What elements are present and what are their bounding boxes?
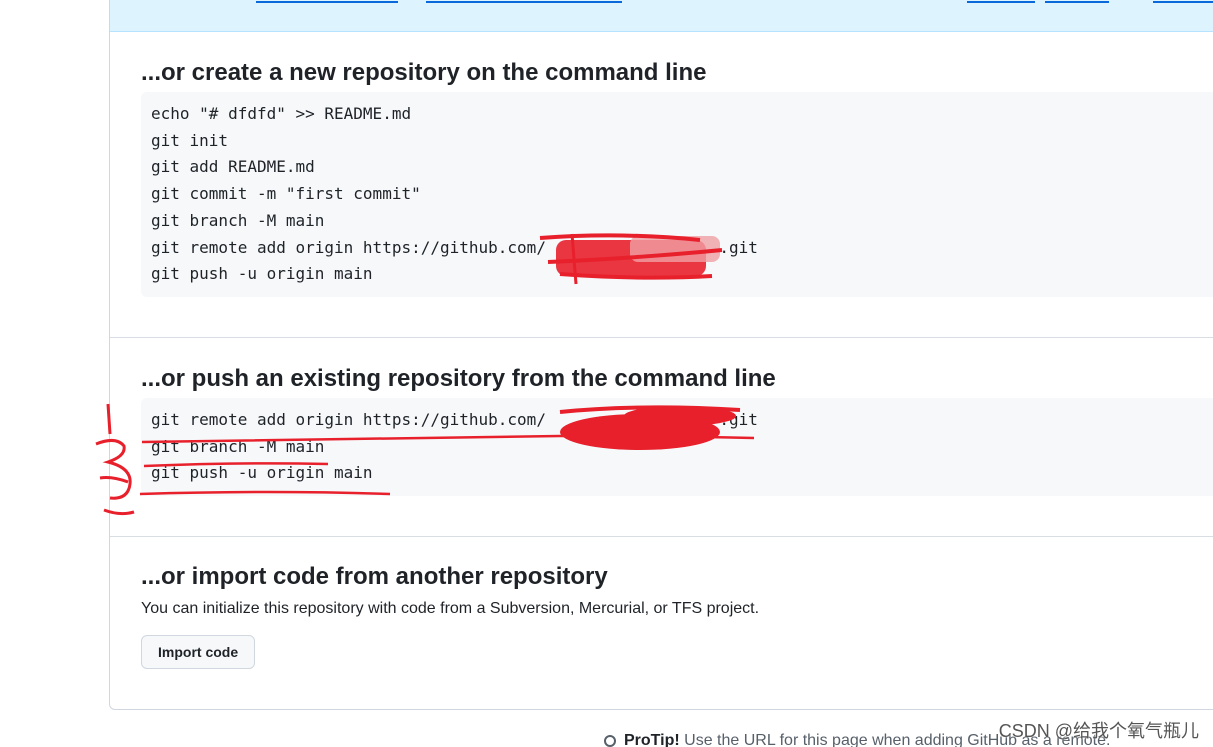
code-line: git commit -m "first commit" — [151, 184, 421, 204]
protip-label: ProTip! — [624, 732, 680, 747]
create-repo-heading: ...or create a new repository on the com… — [141, 59, 707, 86]
quick-setup-card: ...or create a new repository on the com… — [109, 0, 1213, 710]
code-line: git init — [151, 130, 229, 150]
code-line: echo "# dfdfd" >> README.md — [151, 104, 412, 123]
import-code-heading: ...or import code from another repositor… — [141, 563, 608, 590]
code-line: git remote add origin https://github.com… — [151, 237, 758, 257]
code-line: git remote add origin https://github.com… — [151, 410, 758, 429]
code-line: git push -u origin main — [151, 264, 373, 284]
push-repo-heading: ...or push an existing repository from t… — [141, 365, 776, 392]
import-code-description: You can initialize this repository with … — [141, 600, 760, 617]
banner-link-gitignore[interactable] — [426, 0, 622, 3]
code-line: git branch -M main — [151, 210, 325, 230]
light-bulb-icon — [604, 735, 616, 747]
quick-setup-banner — [110, 0, 1213, 32]
push-repo-section: ...or push an existing repository from t… — [110, 338, 1213, 537]
import-code-section: ...or import code from another repositor… — [110, 537, 1213, 709]
banner-link-ssh[interactable] — [1045, 0, 1109, 3]
code-line: git push -u origin main — [151, 463, 373, 483]
banner-link-copy[interactable] — [1153, 0, 1213, 3]
code-line: git add README.md — [151, 157, 315, 177]
create-repo-section: ...or create a new repository on the com… — [110, 32, 1213, 338]
csdn-watermark: CSDN @给我个氧气瓶儿 — [998, 721, 1199, 741]
banner-link-https[interactable] — [967, 0, 1035, 3]
push-repo-code-block[interactable]: git remote add origin https://github.com… — [141, 398, 1213, 496]
page: ...or create a new repository on the com… — [0, 0, 1213, 747]
create-repo-code-block[interactable]: echo "# dfdfd" >> README.md git init git… — [141, 92, 1213, 297]
banner-link-desktop[interactable] — [256, 0, 398, 3]
import-code-button[interactable]: Import code — [141, 635, 256, 669]
code-line: git branch -M main — [151, 436, 325, 456]
